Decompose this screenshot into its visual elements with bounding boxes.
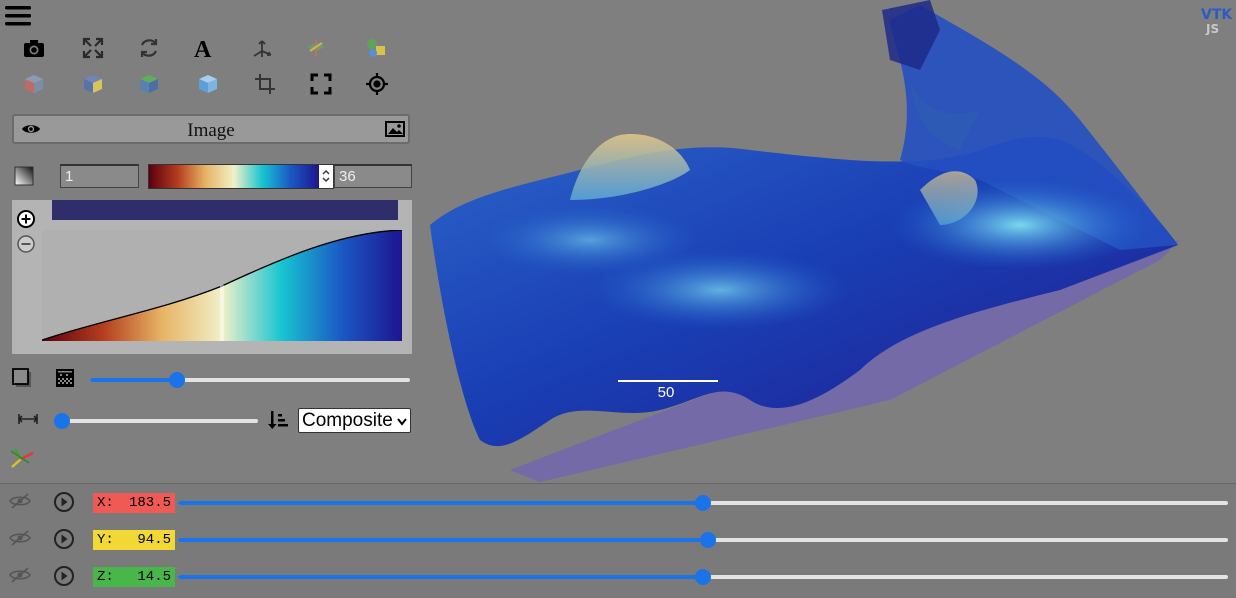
- cyan-swirl-3: [480, 205, 700, 275]
- slice-visibility-icon[interactable]: [9, 530, 33, 550]
- slice-axis-label: X:: [97, 495, 114, 511]
- panel-header: Image: [12, 114, 410, 144]
- opacity-slider-thumb[interactable]: [169, 372, 185, 388]
- colormap-gradient: [149, 165, 319, 188]
- opacity-curve-canvas[interactable]: [42, 230, 402, 341]
- color-range-bar[interactable]: [52, 200, 398, 220]
- blend-mode-select[interactable]: Composite: [298, 408, 411, 433]
- colormap-preset-select[interactable]: [148, 164, 334, 189]
- slice-axis-value: 14.5: [137, 569, 171, 585]
- distance-icon[interactable]: [14, 405, 42, 433]
- sort-order-icon[interactable]: [264, 406, 292, 434]
- slice-axis-badge: Y: 94.5: [93, 530, 175, 550]
- rotate-icon[interactable]: [135, 34, 163, 62]
- orientation-axes-icon[interactable]: [8, 444, 36, 472]
- opacity-slider[interactable]: [90, 372, 410, 388]
- slice-slider[interactable]: [178, 569, 1228, 585]
- cube-red-icon[interactable]: [20, 70, 48, 98]
- axes-arrows-icon[interactable]: [248, 34, 276, 62]
- slice-axis-value: 94.5: [137, 532, 171, 548]
- sample-distance-slider[interactable]: [54, 413, 258, 429]
- text-a-icon[interactable]: A: [190, 34, 218, 62]
- fullscreen-arrows-icon[interactable]: [79, 34, 107, 62]
- slice-axis-value: 183.5: [128, 495, 171, 511]
- slice-slider[interactable]: [178, 495, 1228, 511]
- slice-slider-thumb[interactable]: [700, 532, 716, 548]
- scale-bar: [618, 380, 718, 382]
- slice-axis-label: Y:: [97, 532, 114, 548]
- slice-slider[interactable]: [178, 532, 1228, 548]
- slice-play-icon[interactable]: [53, 565, 75, 587]
- target-icon[interactable]: [363, 70, 391, 98]
- panel-title: Image: [187, 120, 235, 141]
- image-icon[interactable]: [382, 116, 408, 142]
- svg-text:A: A: [194, 37, 212, 60]
- slice-axis-label: Z:: [97, 569, 114, 585]
- menu-icon[interactable]: [3, 2, 33, 30]
- camera-icon[interactable]: [20, 34, 48, 62]
- chevron-down-icon: [397, 418, 407, 426]
- slice-play-icon[interactable]: [53, 528, 75, 550]
- transfer-function-panel[interactable]: [12, 200, 412, 354]
- colormap-max-input[interactable]: 36: [334, 164, 412, 188]
- gradient-square-icon[interactable]: [10, 162, 38, 190]
- cube-green-icon[interactable]: [135, 70, 163, 98]
- slice-visibility-icon[interactable]: [9, 493, 33, 513]
- slice-visibility-icon[interactable]: [9, 567, 33, 587]
- slice-axis-badge: X: 183.5: [93, 493, 175, 513]
- slice-axis-badge: Z: 14.5: [93, 567, 175, 587]
- plane-colored-icon[interactable]: [302, 34, 330, 62]
- blend-mode-value: Composite: [302, 410, 393, 431]
- colormap-min-input[interactable]: 1: [60, 164, 139, 188]
- scale-bar-label: 50: [657, 384, 675, 401]
- slice-slider-thumb[interactable]: [695, 569, 711, 585]
- frame-corners-icon[interactable]: [307, 70, 335, 98]
- volume-render-viewport[interactable]: [420, 0, 1236, 483]
- select-arrows-icon: [322, 170, 330, 182]
- shapes-colored-icon[interactable]: [362, 34, 390, 62]
- checker-opacity-icon[interactable]: [51, 364, 79, 392]
- sample-distance-slider-thumb[interactable]: [54, 413, 70, 429]
- cube-yellow-icon[interactable]: [79, 70, 107, 98]
- slice-slider-thumb[interactable]: [695, 495, 711, 511]
- cube-blue-icon[interactable]: [194, 70, 222, 98]
- zoom-out-icon[interactable]: [13, 231, 39, 257]
- crop-icon[interactable]: [251, 70, 279, 98]
- slice-play-icon[interactable]: [53, 491, 75, 513]
- zoom-in-icon[interactable]: [13, 206, 39, 232]
- shadow-toggle-icon[interactable]: [8, 364, 36, 392]
